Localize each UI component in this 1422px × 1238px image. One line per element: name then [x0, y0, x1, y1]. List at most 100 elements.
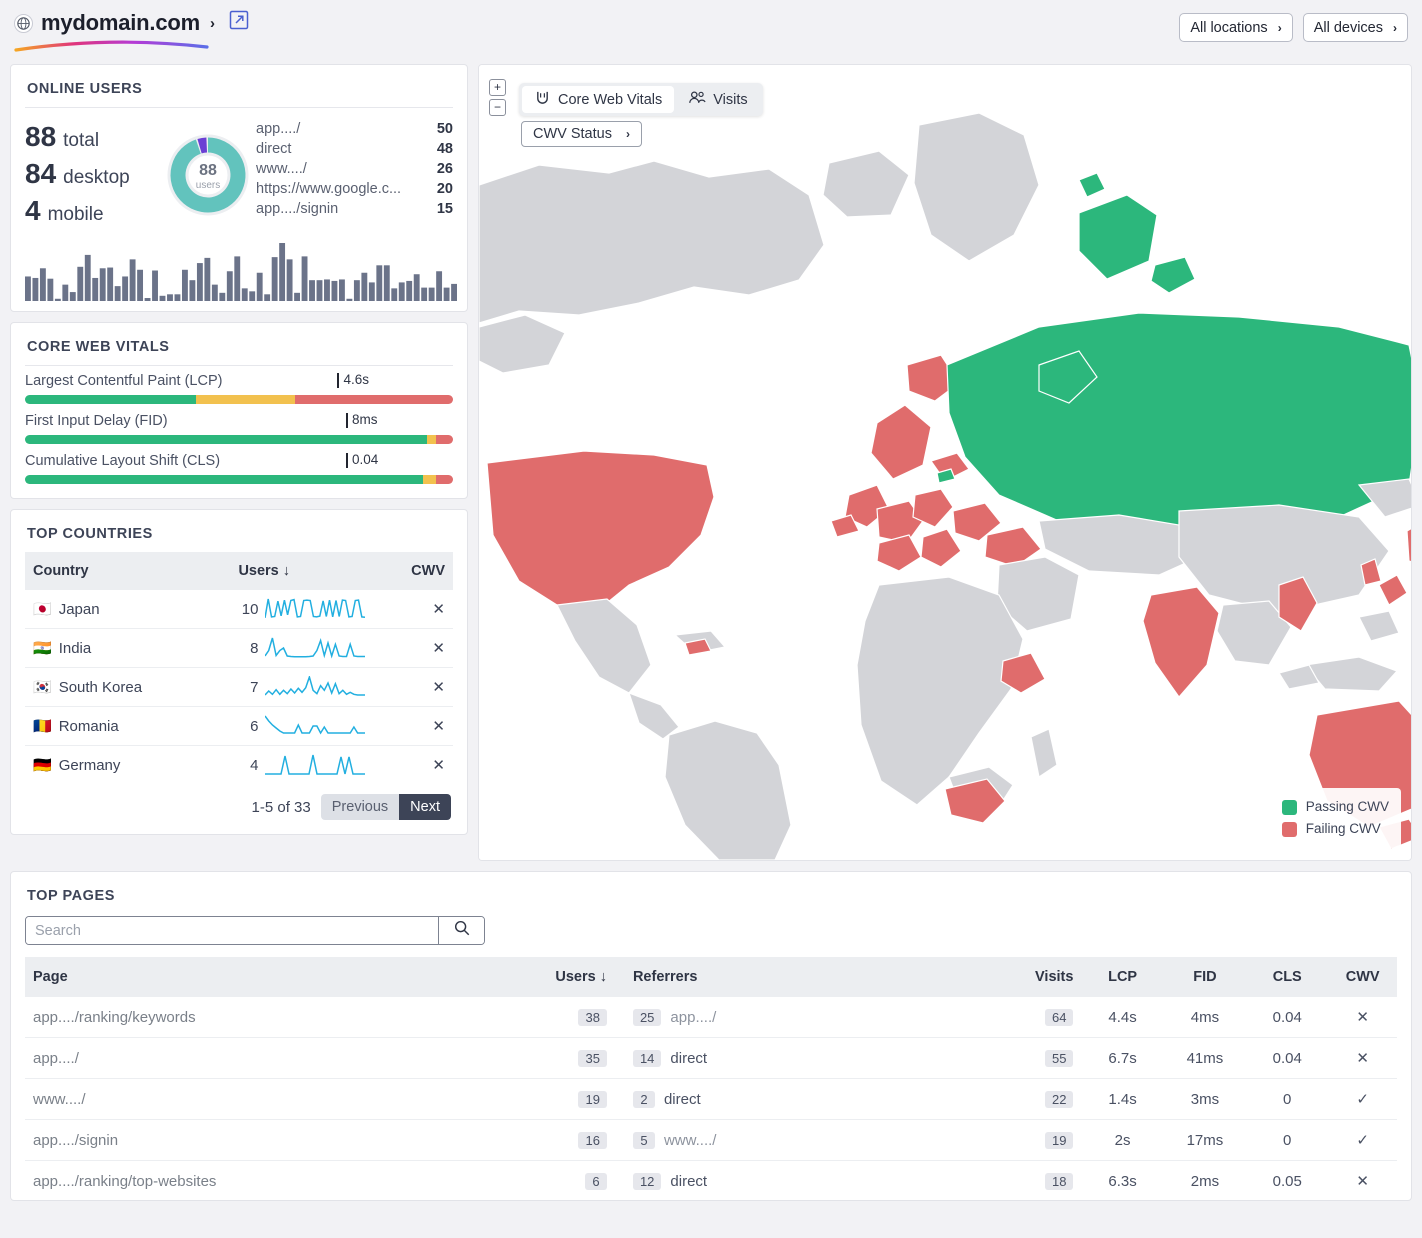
col-referrers[interactable]: Referrers [614, 957, 986, 997]
legend-label-failing: Failing CWV [1305, 821, 1381, 836]
country-cwv-status: ✕ [401, 667, 453, 707]
list-item[interactable]: www..../ 26 [256, 159, 453, 179]
zoom-out-button[interactable]: − [489, 99, 506, 116]
users-cell: 7 [230, 667, 402, 707]
table-row[interactable]: 🇷🇴 Romania 6 ✕ [25, 706, 453, 746]
page-cell[interactable]: www..../ [25, 1078, 519, 1120]
external-link-icon[interactable] [229, 10, 249, 30]
col-cwv[interactable]: CWV [401, 552, 453, 590]
table-row[interactable]: 🇮🇳 India 8 ✕ [25, 628, 453, 668]
page-fid-value: 2ms [1163, 1160, 1247, 1200]
cwv-status-label: CWV Status [533, 126, 612, 142]
cwv-status-filter[interactable]: CWV Status › [521, 121, 642, 147]
referrer-name: app..../ [670, 1008, 717, 1026]
referrer-label: https://www.google.c... [256, 181, 402, 197]
list-item[interactable]: app..../signin 15 [256, 199, 453, 219]
page-visits-cell: 22 [985, 1078, 1082, 1120]
world-map[interactable] [479, 65, 1412, 860]
search-button[interactable] [438, 917, 484, 944]
table-row[interactable]: 🇰🇷 South Korea 7 ✕ [25, 667, 453, 707]
table-row[interactable]: www..../ 19 2 direct 22 1.4s 3ms 0 ✓ [25, 1078, 1397, 1120]
page-cls-value: 0 [1246, 1078, 1329, 1120]
col-cwv[interactable]: CWV [1328, 957, 1397, 997]
tab-core-web-vitals[interactable]: Core Web Vitals [522, 86, 675, 113]
col-users[interactable]: Users ↓ [230, 552, 402, 590]
search-input[interactable] [26, 917, 438, 944]
country-flag-icon: 🇷🇴 [33, 718, 52, 735]
page-users-cell: 16 [518, 1119, 615, 1161]
page-cell[interactable]: app..../ranking/top-websites [25, 1160, 519, 1200]
col-cls[interactable]: CLS [1246, 957, 1329, 997]
top-pages-title: TOP PAGES [27, 888, 115, 904]
stat-total-value: 88 [25, 121, 57, 152]
header-filters: All locations › All devices › [1179, 10, 1408, 42]
tab-visits-label: Visits [713, 91, 748, 108]
table-row[interactable]: app..../signin 16 5 www..../ 19 2s 17ms 0 ✓ [25, 1119, 1397, 1161]
cwv-bar-segment [25, 475, 424, 484]
search-box[interactable] [25, 916, 485, 945]
page-cell[interactable]: app..../ [25, 1037, 519, 1079]
table-row[interactable]: app..../ranking/keywords 38 25 app..../ 64 4.… [25, 997, 1397, 1038]
cwv-metric-marker: 0.04 [346, 452, 378, 468]
world-map-card[interactable]: + − Core Web Vitals Visits CWV Status › … [478, 64, 1412, 861]
page-cls-value: 0.05 [1246, 1160, 1329, 1200]
zoom-in-button[interactable]: + [489, 79, 506, 96]
next-button[interactable]: Next [399, 794, 451, 820]
page-lcp-value: 6.3s [1081, 1160, 1164, 1200]
legend-swatch-failing [1281, 821, 1297, 837]
col-lcp[interactable]: LCP [1081, 957, 1164, 997]
table-row[interactable]: 🇯🇵 Japan 10 ✕ [25, 590, 453, 629]
page-cls-value: 0 [1246, 1119, 1329, 1161]
page-users-value: 6 [584, 1172, 607, 1190]
page-fid-value: 17ms [1163, 1119, 1247, 1161]
country-users-value: 10 [241, 600, 259, 618]
tab-visits[interactable]: Visits [676, 86, 759, 113]
table-row[interactable]: 🇩🇪 Germany 4 ✕ [25, 746, 453, 785]
referrer-count: 12 [632, 1172, 662, 1190]
cwv-metric-row: First Input Delay (FID) 8ms [11, 406, 467, 446]
table-row[interactable]: app..../ranking/top-websites 6 12 direct 18 6… [25, 1160, 1397, 1200]
page-cls-value: 0.04 [1246, 997, 1329, 1038]
page-users-cell: 19 [518, 1078, 615, 1120]
legend-swatch-passing [1281, 799, 1297, 815]
col-country[interactable]: Country [25, 552, 231, 590]
all-devices-filter[interactable]: All devices › [1302, 13, 1408, 42]
all-locations-filter[interactable]: All locations › [1179, 13, 1293, 42]
page-users-value: 16 [578, 1131, 607, 1149]
page-visits-value: 22 [1044, 1090, 1074, 1108]
list-item[interactable]: app..../ 50 [256, 119, 453, 139]
page-referrer-cell: 12 direct [614, 1160, 986, 1200]
page-cwv-status: ✕ [1328, 1037, 1397, 1079]
country-cwv-status: ✕ [401, 628, 453, 668]
stat-desktop-label: desktop [63, 167, 130, 188]
page-cell[interactable]: app..../signin [25, 1119, 519, 1161]
referrer-name: www..../ [663, 1131, 717, 1149]
map-country[interactable] [946, 312, 1412, 536]
col-fid[interactable]: FID [1163, 957, 1247, 997]
col-visits[interactable]: Visits [985, 957, 1082, 997]
svg-text:users: users [196, 180, 220, 191]
country-cwv-status: ✕ [401, 590, 453, 629]
col-page[interactable]: Page [25, 957, 519, 997]
tab-core-web-vitals-label: Core Web Vitals [558, 91, 663, 108]
chevron-right-icon: › [625, 127, 630, 141]
page-cwv-status: ✓ [1328, 1078, 1397, 1120]
col-users[interactable]: Users ↓ [518, 957, 615, 997]
country-cell: 🇰🇷 South Korea [25, 667, 231, 707]
list-item[interactable]: https://www.google.c... 20 [256, 179, 453, 199]
legend-item-passing: Passing CWV [1281, 796, 1389, 818]
top-countries-table: Country Users ↓ CWV 🇯🇵 Japan 10 ✕ 🇮🇳 India 8 ✕ 🇰… [25, 552, 453, 784]
cwv-metric-value: 8ms [352, 412, 378, 427]
cwv-metric-row: Largest Contentful Paint (LCP) 4.6s [11, 366, 467, 406]
page-cell[interactable]: app..../ranking/keywords [25, 997, 519, 1038]
online-users-activity-chart [11, 233, 467, 311]
top-pages-table: Page Users ↓ Referrers Visits LCP FID CL… [25, 957, 1397, 1200]
country-users-value: 7 [250, 678, 259, 696]
table-row[interactable]: app..../ 35 14 direct 55 6.7s 41ms 0.04 ✕ [25, 1037, 1397, 1079]
list-item[interactable]: direct 48 [256, 139, 453, 159]
cwv-marker-tick [337, 373, 340, 388]
previous-button[interactable]: Previous [320, 794, 400, 820]
brand[interactable]: mydomain.com › [14, 10, 215, 52]
online-users-stats: 88 total 84 desktop 4 mobile [25, 116, 160, 233]
country-users-value: 6 [250, 717, 259, 735]
